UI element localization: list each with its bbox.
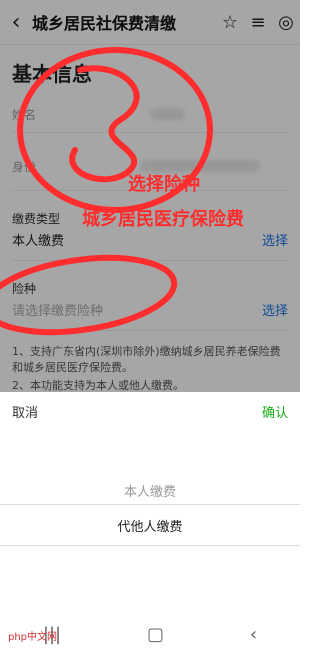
modal-overlay[interactable] <box>0 0 300 392</box>
annotation-choose-text: 选择险种 <box>128 174 200 195</box>
picker-option-selected[interactable]: 代他人缴费 <box>0 504 300 546</box>
picker-sheet: 取消 确认 本人缴费 代他人缴费 <box>0 392 300 650</box>
watermark: php中文网 <box>8 632 58 643</box>
picker-confirm-button[interactable]: 确认 <box>262 402 288 421</box>
annotation-product-text: 城乡居民医疗保险费 <box>82 209 244 230</box>
back-icon[interactable]: ‹ <box>250 624 257 645</box>
picker-cancel-button[interactable]: 取消 <box>12 402 38 421</box>
home-icon[interactable]: ▢ <box>147 624 164 645</box>
